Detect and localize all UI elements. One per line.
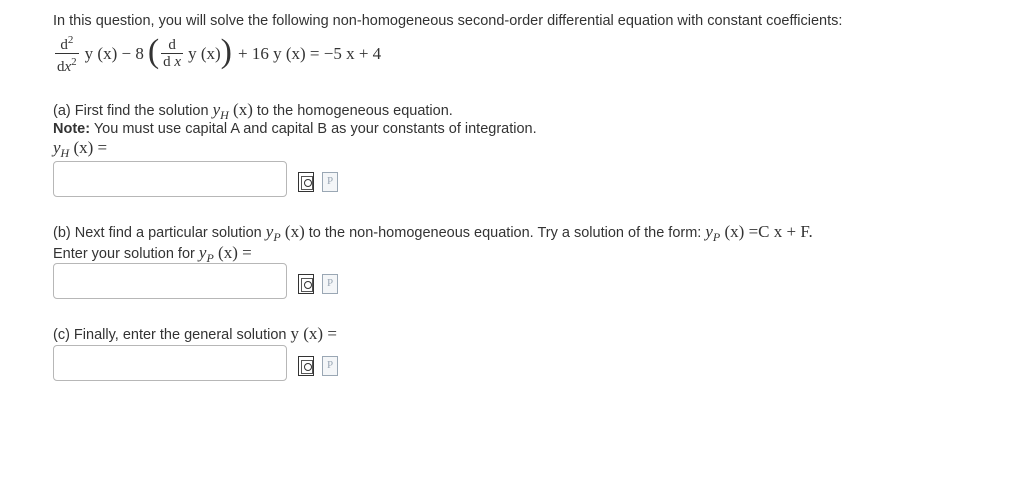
part-a-preview-icon[interactable] [298,172,314,192]
part-b-prompt: (b) Next find a particular solution yP (… [53,222,813,244]
equation-term1: y (x) − 8 [84,44,144,63]
part-c-preview-icon[interactable] [298,356,314,376]
part-c-answer-input[interactable] [53,345,287,381]
part-a-note: Note: You must use capital A and capital… [53,121,537,137]
part-b-enter-label: Enter your solution for yP (x) = [53,243,252,265]
second-derivative-fraction: d2 dx2 [55,34,79,75]
part-a-answer-input[interactable] [53,161,287,197]
part-c-prompt: (c) Finally, enter the general solution … [53,324,337,343]
part-a-prompt: (a) First find the solution yH (x) to th… [53,100,453,122]
part-a-answer-label: yH (x) = [53,138,108,160]
part-b-p-icon[interactable]: P [322,274,338,294]
part-a-p-icon[interactable]: P [322,172,338,192]
differential-equation: d2 dx2 y (x) − 8 ( d d x y (x) ) + 16 y … [53,33,382,75]
intro-text: In this question, you will solve the fol… [53,13,843,29]
left-paren: ( [147,33,160,70]
right-paren: ) [220,33,232,70]
equation-term2: y (x) [188,44,221,63]
first-derivative-fraction: d d x [161,37,184,70]
part-b-answer-input[interactable] [53,263,287,299]
part-b-preview-icon[interactable] [298,274,314,294]
equation-rhs: + 16 y (x) = −5 x + 4 [238,44,382,63]
part-c-p-icon[interactable]: P [322,356,338,376]
